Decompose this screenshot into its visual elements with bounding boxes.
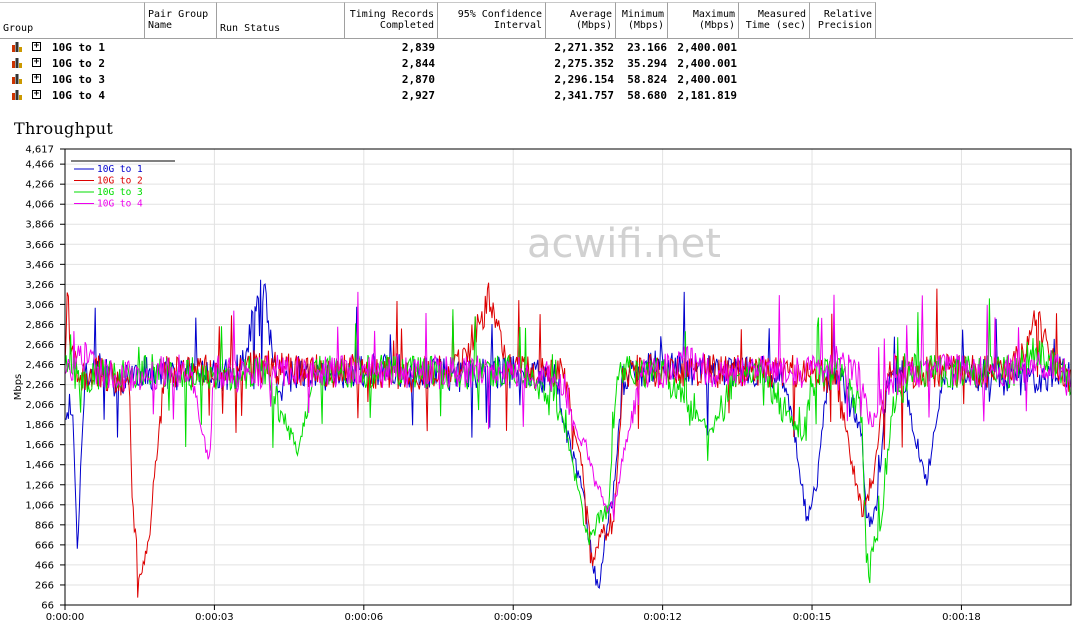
col-header-measured-time[interactable]: Measured Time (sec)	[739, 2, 810, 38]
col-header-group[interactable]: Group	[0, 2, 145, 38]
x-tick-label: 0:00:06	[345, 612, 384, 623]
chart-legend: 10G to 110G to 210G to 310G to 4	[71, 160, 175, 210]
watermark: acwifi.net	[527, 221, 721, 267]
bar-chart-icon	[12, 74, 22, 84]
table-row[interactable]: + 10G to 3 2,870 2,296.154 58.824 2,400.…	[0, 72, 1073, 88]
y-tick-label: 4,617	[25, 145, 54, 156]
maximum-mbps: 2,181.819	[677, 89, 737, 102]
y-tick-label: 866	[35, 520, 54, 531]
y-tick-label: 1,066	[25, 500, 54, 511]
minimum-mbps: 35.294	[627, 57, 667, 70]
x-tick-label: 0:00:09	[494, 612, 533, 623]
legend-label: 10G to 2	[97, 176, 143, 187]
minimum-mbps: 58.824	[627, 73, 667, 86]
y-axis-ticks: 4,617 4,466 4,266 4,066 3,866 3,666 3,466 3,266…	[25, 145, 65, 612]
series-line-4	[64, 291, 1072, 520]
results-grid: Group Pair Group Name Run Status Timing …	[0, 0, 1073, 105]
table-row[interactable]: + 10G to 4 2,927 2,341.757 58.680 2,181.…	[0, 88, 1073, 104]
throughput-chart[interactable]: 4,617 4,466 4,266 4,066 3,866 3,666 3,466 3,266…	[0, 140, 1073, 623]
series-lines	[64, 279, 1072, 598]
table-row[interactable]: + 10G to 1 2,839 2,271.352 23.166 2,400.…	[0, 40, 1073, 56]
x-tick-label: 0:00:12	[643, 612, 682, 623]
expand-icon[interactable]: +	[32, 42, 41, 51]
y-tick-label: 466	[35, 560, 54, 571]
x-tick-label: 0:00:15	[793, 612, 832, 623]
x-tick-label: 0:00:18	[942, 612, 981, 623]
average-mbps: 2,275.352	[554, 57, 614, 70]
x-axis-ticks: 0:00:00 0:00:03 0:00:06 0:00:09 0:00:12 0:00:…	[46, 605, 981, 623]
y-tick-label: 66	[41, 601, 54, 612]
average-mbps: 2,271.352	[554, 41, 614, 54]
records-completed: 2,844	[401, 57, 435, 70]
y-tick-label: 2,266	[25, 380, 54, 391]
y-tick-label: 1,466	[25, 460, 54, 471]
maximum-mbps: 2,400.001	[677, 57, 737, 70]
grid-header: Group Pair Group Name Run Status Timing …	[0, 2, 1073, 39]
col-header-average[interactable]: Average (Mbps)	[546, 2, 616, 38]
col-header-minimum[interactable]: Minimum (Mbps)	[616, 2, 668, 38]
y-tick-label: 2,466	[25, 360, 54, 371]
group-name: 10G to 1	[52, 41, 105, 54]
y-tick-label: 2,066	[25, 400, 54, 411]
y-tick-label: 4,066	[25, 200, 54, 211]
expand-icon[interactable]: +	[32, 58, 41, 67]
expand-icon[interactable]: +	[32, 74, 41, 83]
col-header-maximum[interactable]: Maximum (Mbps)	[668, 2, 739, 38]
y-tick-label: 1,266	[25, 480, 54, 491]
y-tick-label: 1,866	[25, 420, 54, 431]
group-name: 10G to 4	[52, 89, 105, 102]
col-header-confidence-interval[interactable]: 95% Confidence Interval	[438, 2, 546, 38]
records-completed: 2,870	[401, 73, 435, 86]
legend-label: 10G to 4	[97, 199, 143, 210]
y-tick-label: 2,666	[25, 340, 54, 351]
chart-title: Throughput	[14, 119, 114, 138]
col-header-timing-records[interactable]: Timing Records Completed	[345, 2, 438, 38]
col-header-pair-group-name[interactable]: Pair Group Name	[145, 2, 217, 38]
bar-chart-icon	[12, 42, 22, 52]
y-tick-label: 3,266	[25, 280, 54, 291]
y-tick-label: 2,866	[25, 320, 54, 331]
series-line-1	[64, 279, 1072, 590]
y-tick-label: 3,466	[25, 260, 54, 271]
bar-chart-icon	[12, 90, 22, 100]
x-tick-label: 0:00:03	[195, 612, 234, 623]
y-tick-label: 4,266	[25, 180, 54, 191]
group-name: 10G to 3	[52, 73, 105, 86]
average-mbps: 2,341.757	[554, 89, 614, 102]
y-tick-label: 266	[35, 580, 54, 591]
y-tick-label: 4,466	[25, 160, 54, 171]
legend-label: 10G to 1	[97, 164, 143, 175]
y-tick-label: 3,066	[25, 300, 54, 311]
expand-icon[interactable]: +	[32, 90, 41, 99]
table-row[interactable]: + 10G to 2 2,844 2,275.352 35.294 2,400.…	[0, 56, 1073, 72]
y-tick-label: 3,866	[25, 220, 54, 231]
y-tick-label: 1,666	[25, 440, 54, 451]
y-axis-label: Mbps	[13, 374, 24, 401]
maximum-mbps: 2,400.001	[677, 73, 737, 86]
col-header-run-status[interactable]: Run Status	[217, 2, 345, 38]
series-line-3	[64, 298, 1072, 584]
col-header-relative-precision[interactable]: Relative Precision	[810, 2, 876, 38]
average-mbps: 2,296.154	[554, 73, 614, 86]
records-completed: 2,839	[401, 41, 435, 54]
minimum-mbps: 58.680	[627, 89, 667, 102]
y-tick-label: 3,666	[25, 240, 54, 251]
group-name: 10G to 2	[52, 57, 105, 70]
x-tick-label: 0:00:00	[46, 612, 85, 623]
minimum-mbps: 23.166	[627, 41, 667, 54]
y-tick-label: 666	[35, 540, 54, 551]
maximum-mbps: 2,400.001	[677, 41, 737, 54]
legend-label: 10G to 3	[97, 187, 143, 198]
records-completed: 2,927	[401, 89, 435, 102]
bar-chart-icon	[12, 58, 22, 68]
